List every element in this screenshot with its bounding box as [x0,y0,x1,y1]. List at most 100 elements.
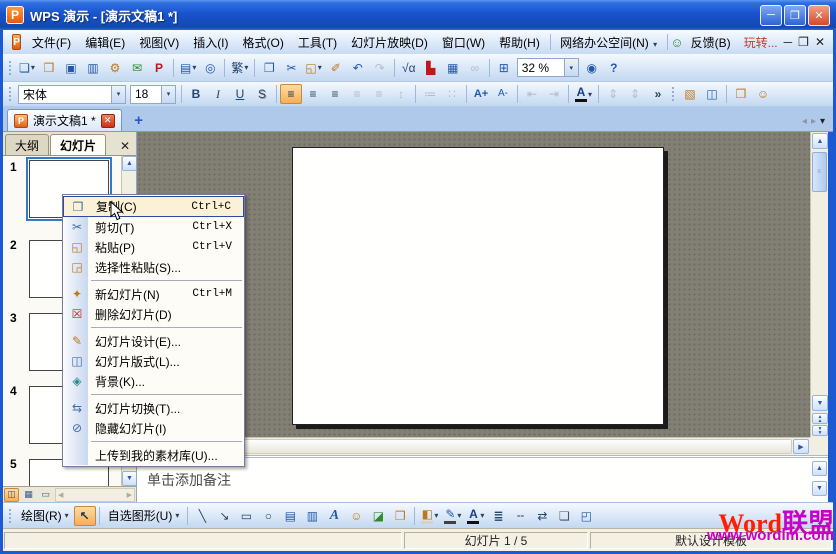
select-tool-button[interactable]: ↖ [74,506,96,526]
menu-file[interactable]: 文件(F) [25,32,78,53]
task-pane-button[interactable]: ▧ [679,84,701,104]
tab-scroll-right-icon[interactable]: ▸ [811,116,816,127]
print-preview-button[interactable]: ◎ [199,58,221,78]
mdi-restore-button[interactable]: ❐ [798,35,809,49]
clipart-tool-button[interactable]: ☺ [345,506,367,526]
textbox-tool-button[interactable]: ▤ [279,506,301,526]
context-menu-item-delete-slide[interactable]: ☒ 删除幻灯片(D) [63,304,244,324]
vertical-textbox-tool-button[interactable]: ▥ [301,506,323,526]
panel-close-icon[interactable]: ✕ [120,139,134,155]
increase-indent-button[interactable]: ⇥ [543,84,565,104]
toolbar-grip[interactable] [8,60,13,76]
mdi-close-button[interactable]: ✕ [815,35,825,49]
panel-horizontal-scrollbar[interactable]: ◀ ▶ [55,488,135,502]
line-color-button[interactable]: ✎ ▾ [441,506,464,526]
increase-font-button[interactable]: A+ [470,84,492,104]
context-menu-item-upload-material[interactable]: 上传到我的素材库(U)... [63,445,244,465]
scroll-right-icon[interactable]: ▶ [125,491,134,499]
context-menu-item-copy[interactable]: ❐ 复制(C) Ctrl+C [63,196,244,217]
table-button[interactable]: ▦ [442,58,464,78]
slideshow-view-button[interactable]: ▭ [38,488,53,502]
vertical-scrollbar[interactable]: ▲ ≡ ▼ ▲▲ ▼▼ [810,132,828,437]
menu-feedback[interactable]: 反馈(B) [684,32,738,53]
tab-slides[interactable]: 幻灯片 [50,134,106,155]
slide-sorter-view-button[interactable]: ▦ [21,488,36,502]
formula-button[interactable]: √α [398,58,420,78]
open-button[interactable]: ❒ [38,58,60,78]
scroll-up-icon[interactable]: ▲ [812,133,828,149]
send-mail-button[interactable]: ✉ [126,58,148,78]
save-as-button[interactable]: ▥ [82,58,104,78]
context-menu-item-new-slide[interactable]: ✦ 新幻灯片(N) Ctrl+M [63,284,244,304]
scrollbar-thumb[interactable] [156,439,792,454]
format-painter-button[interactable]: ✐ [325,58,347,78]
status-design-template[interactable]: 默认设计模板 [590,532,832,549]
menu-slideshow[interactable]: 幻灯片放映(D) [344,32,435,53]
menu-edit[interactable]: 编辑(E) [78,32,132,53]
menu-help[interactable]: 帮助(H) [492,32,547,53]
autoshapes-menu-button[interactable]: 自选图形(U)▾ [103,506,185,526]
tab-close-icon[interactable]: ✕ [101,114,115,128]
slide-editing-area[interactable] [292,147,664,425]
justify-button[interactable]: ≡ [346,84,368,104]
align-center-button[interactable]: ≡ [302,84,324,104]
font-size-combobox[interactable]: 18 ▾ [130,85,176,104]
traditional-convert-button[interactable]: 繁▾ [228,58,251,78]
menu-format[interactable]: 格式(O) [236,32,291,53]
mdi-minimize-button[interactable]: ─ [784,35,793,49]
decrease-indent-button[interactable]: ⇤ [521,84,543,104]
shadow-style-button[interactable]: ❏ [553,506,575,526]
toolbar-grip[interactable] [671,86,676,102]
previous-slide-button[interactable]: ▲▲ [812,413,828,424]
context-menu-item-slide-layout[interactable]: ◫ 幻灯片版式(L)... [63,351,244,371]
font-name-combobox[interactable]: 宋体 ▾ [18,85,126,104]
user-search-button[interactable]: ☺ [752,84,774,104]
dash-style-button[interactable]: ╌ [509,506,531,526]
scroll-up-icon[interactable]: ▲ [812,461,827,476]
vertical-text-button[interactable]: ↕ [390,84,412,104]
font-color-button[interactable]: A ▾ [572,84,595,104]
find-button[interactable]: ◉ [581,58,603,78]
chevron-down-icon[interactable]: ▾ [161,86,175,103]
gridlines-button[interactable]: ⊞ [493,58,515,78]
picture-tool-button[interactable]: ◪ [367,506,389,526]
toolbar-grip[interactable] [8,86,13,102]
bullet-list-button[interactable]: ∷ [441,84,463,104]
scroll-right-icon[interactable]: ▶ [793,439,809,454]
redo-button[interactable]: ↷ [369,58,391,78]
scroll-down-icon[interactable]: ▼ [812,481,827,496]
context-menu-item-hide-slide[interactable]: ⊘ 隐藏幻灯片(I) [63,418,244,438]
minimize-button[interactable]: ─ [760,5,782,26]
threed-style-button[interactable]: ◰ [575,506,597,526]
undo-button[interactable]: ↶ [347,58,369,78]
close-button[interactable]: ✕ [808,5,830,26]
line-style-button[interactable]: ≣ [487,506,509,526]
menu-network-office[interactable]: 网络办公空间(N) ▾ [553,32,664,53]
toolbar-grip[interactable] [8,508,13,524]
next-slide-button[interactable]: ▼▼ [812,425,828,436]
increase-spacing-button[interactable]: ⇕ [602,84,624,104]
wordart-tool-button[interactable]: A [323,506,345,526]
context-menu-item-slide-design[interactable]: ✎ 幻灯片设计(E)... [63,331,244,351]
arrow-style-button[interactable]: ⇄ [531,506,553,526]
decrease-spacing-button[interactable]: ⇕ [624,84,646,104]
numbered-list-button[interactable]: ≔ [419,84,441,104]
tab-list-icon[interactable]: ▾ [820,116,825,127]
line-tool-button[interactable]: ╲ [191,506,213,526]
toolbar-grip[interactable] [8,34,9,50]
new-tab-button[interactable]: + [130,111,148,129]
underline-button[interactable]: U [229,84,251,104]
hyperlink-button[interactable]: ∞ [464,58,486,78]
scroll-up-icon[interactable]: ▲ [122,156,136,171]
menu-insert[interactable]: 插入(I) [186,32,235,53]
new-button[interactable]: ❏▾ [16,58,38,78]
align-left-button[interactable]: ≡ [280,84,302,104]
text-shadow-button[interactable]: S [251,84,273,104]
align-right-button[interactable]: ≡ [324,84,346,104]
bold-button[interactable]: B [185,84,207,104]
menu-view[interactable]: 视图(V) [132,32,186,53]
material-library-button[interactable]: ❒ [730,84,752,104]
distribute-button[interactable]: ≡ [368,84,390,104]
draw-menu-button[interactable]: 绘图(R)▾ [16,506,74,526]
rectangle-tool-button[interactable]: ▭ [235,506,257,526]
